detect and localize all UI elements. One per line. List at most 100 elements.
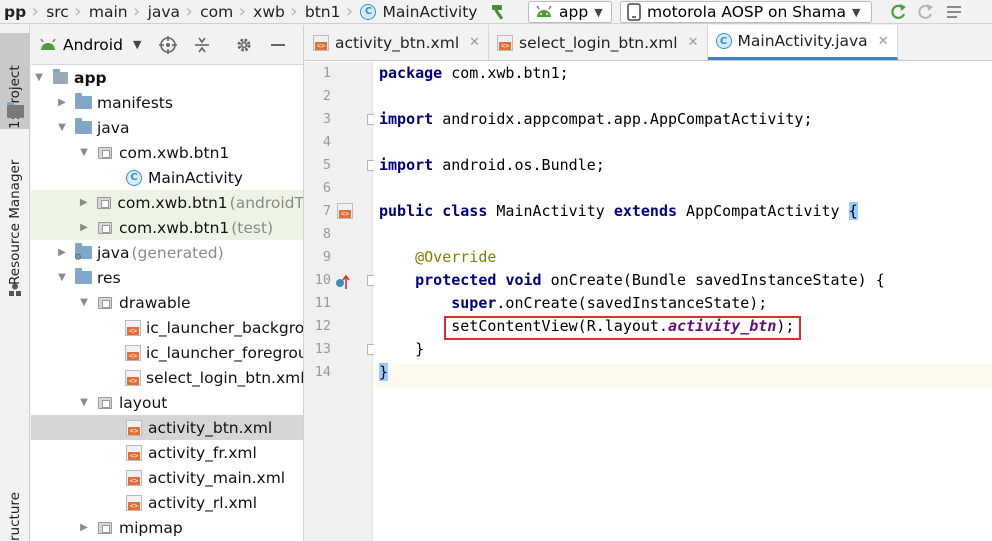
package-icon	[96, 520, 114, 536]
breadcrumb-project[interactable]: pp	[0, 0, 28, 23]
line-number-gutter: 1 2 3 4 5 6 7 8 9 10 11 12 13 14	[305, 62, 376, 541]
collapse-all-icon[interactable]	[193, 36, 211, 54]
structure-tool-tab[interactable]: ructure	[0, 487, 30, 541]
logcat-button[interactable]	[940, 1, 968, 23]
navigation-bar: pp › src › main › java › com › xwb › btn…	[0, 0, 992, 24]
collapsed-arrow-icon[interactable]: ▶	[56, 240, 68, 265]
expanded-arrow-icon[interactable]: ▼	[33, 65, 45, 90]
expanded-arrow-icon[interactable]: ▼	[56, 265, 68, 290]
apply-changes-button[interactable]	[884, 1, 912, 23]
chevron-right-icon: ›	[132, 1, 141, 22]
tree-item-file[interactable]: ic_launcher_foregrour	[31, 340, 303, 365]
tree-item-mainactivity[interactable]: C MainActivity	[31, 165, 303, 190]
package-icon	[96, 145, 114, 161]
tree-item-label: mipmap	[119, 518, 183, 537]
tree-item-label: java	[97, 243, 130, 262]
breadcrumb-btn1[interactable]: btn1	[301, 0, 343, 23]
code-line-3: import androidx.appcompat.app.AppCompatA…	[379, 108, 812, 131]
close-icon[interactable]: ✕	[878, 34, 889, 49]
breadcrumb-label: main	[88, 2, 128, 21]
code-line-9: @Override	[379, 246, 496, 269]
generated-folder-icon: ⚙	[74, 243, 92, 263]
breadcrumb-xwb[interactable]: xwb	[249, 0, 287, 23]
override-method-gutter-icon[interactable]	[335, 274, 351, 290]
dropdown-caret-icon: ▼	[594, 5, 603, 19]
tab-activity-btn-xml[interactable]: activity_btn.xml ✕	[305, 25, 490, 60]
dropdown-caret-icon[interactable]: ▼	[133, 38, 141, 51]
package-icon	[96, 220, 114, 236]
tree-item-file[interactable]: activity_rl.xml	[31, 490, 303, 515]
tree-item-label: activity_main.xml	[148, 468, 286, 487]
list-icon	[947, 6, 961, 18]
code-text: com.xwb.btn1;	[442, 64, 569, 82]
code-text-area[interactable]: package com.xwb.btn1; import androidx.ap…	[374, 62, 992, 541]
tree-item-file[interactable]: select_login_btn.xml	[31, 365, 303, 390]
settings-gear-icon[interactable]	[235, 36, 253, 54]
package-icon	[95, 195, 112, 211]
breadcrumb-mainactivity[interactable]: C MainActivity	[356, 0, 479, 23]
tree-item-file[interactable]: ic_launcher_backgrou	[31, 315, 303, 340]
tree-item-file[interactable]: activity_main.xml	[31, 465, 303, 490]
breadcrumb-com[interactable]: com	[196, 0, 235, 23]
tree-item-label: com.xwb.btn1	[119, 218, 230, 237]
locate-target-icon[interactable]	[159, 35, 178, 54]
line-number: 14	[314, 364, 331, 380]
expanded-arrow-icon[interactable]: ▼	[78, 140, 90, 165]
tab-label: activity_btn.xml	[335, 33, 460, 52]
tree-item-mipmap[interactable]: ▶ mipmap	[31, 515, 303, 540]
code-text: android.os.Bundle;	[433, 156, 605, 174]
expanded-arrow-icon[interactable]: ▼	[78, 390, 90, 415]
keyword: extends	[613, 202, 678, 220]
keyword: super	[451, 294, 497, 312]
current-line-highlight	[374, 364, 992, 387]
close-icon[interactable]: ✕	[688, 35, 699, 50]
breadcrumb-src[interactable]: src	[42, 0, 71, 23]
code-line-13: }	[379, 338, 424, 361]
hide-panel-icon[interactable]	[269, 36, 287, 54]
tab-mainactivity-java[interactable]: C MainActivity.java ✕	[707, 25, 898, 60]
expanded-arrow-icon[interactable]: ▼	[78, 290, 90, 315]
build-hammer-button[interactable]	[486, 1, 512, 23]
tree-item-app[interactable]: ▼ app	[31, 65, 303, 90]
apply-code-changes-button[interactable]	[912, 1, 940, 23]
resource-manager-tab[interactable]: Resource Manager	[0, 153, 30, 285]
collapsed-arrow-icon[interactable]: ▶	[78, 190, 89, 215]
tree-item-package[interactable]: ▼ com.xwb.btn1	[31, 140, 303, 165]
tree-item-package-test[interactable]: ▶ com.xwb.btn1 (test)	[31, 215, 303, 240]
collapsed-arrow-icon[interactable]: ▶	[78, 515, 90, 540]
collapsed-arrow-icon[interactable]: ▶	[56, 90, 68, 115]
close-icon[interactable]: ✕	[469, 35, 480, 50]
line-number: 6	[322, 180, 331, 196]
expanded-arrow-icon[interactable]: ▼	[56, 115, 68, 140]
annotation: @Override	[415, 248, 497, 266]
layout-xml-gutter-icon[interactable]	[337, 203, 353, 221]
tree-item-file[interactable]: activity_fr.xml	[31, 440, 303, 465]
breadcrumb-main[interactable]: main	[85, 0, 130, 23]
tree-item-label: app	[74, 68, 107, 87]
run-config-select[interactable]: app ▼	[528, 1, 612, 23]
tree-item-java[interactable]: ▼ java	[31, 115, 303, 140]
tree-item-java-generated[interactable]: ▶ ⚙ java (generated)	[31, 240, 303, 265]
breadcrumb-label: com	[200, 2, 234, 21]
tab-label: select_login_btn.xml	[519, 33, 678, 52]
tree-item-package-androidtest[interactable]: ▶ com.xwb.btn1 (androidT	[31, 190, 303, 215]
breadcrumb-label: btn1	[304, 2, 341, 21]
code-line-10: protected void onCreate(Bundle savedInst…	[379, 269, 885, 292]
project-panel: Android ▼ ▼ app ▶ manifests ▼ java ▼ com…	[31, 25, 304, 541]
tree-item-drawable[interactable]: ▼ drawable	[31, 290, 303, 315]
android-icon	[40, 38, 56, 50]
project-view-selector[interactable]: Android	[63, 36, 123, 54]
code-text: onCreate(Bundle savedInstanceState) {	[541, 271, 885, 289]
tab-select-login-btn-xml[interactable]: select_login_btn.xml ✕	[489, 25, 708, 60]
tree-item-manifests[interactable]: ▶ manifests	[31, 90, 303, 115]
structure-tab-label: ructure	[7, 492, 23, 541]
chevron-right-icon: ›	[238, 1, 246, 22]
collapsed-arrow-icon[interactable]: ▶	[78, 215, 90, 240]
code-line-5: import android.os.Bundle;	[379, 154, 605, 177]
tree-item-file-selected[interactable]: activity_btn.xml	[31, 415, 303, 440]
tree-item-res[interactable]: ▼ res	[31, 265, 303, 290]
breadcrumb-java[interactable]: java	[144, 0, 182, 23]
device-select[interactable]: motorola AOSP on Shama ▼	[620, 1, 872, 23]
tree-item-layout[interactable]: ▼ layout	[31, 390, 303, 415]
package-icon	[96, 295, 114, 311]
